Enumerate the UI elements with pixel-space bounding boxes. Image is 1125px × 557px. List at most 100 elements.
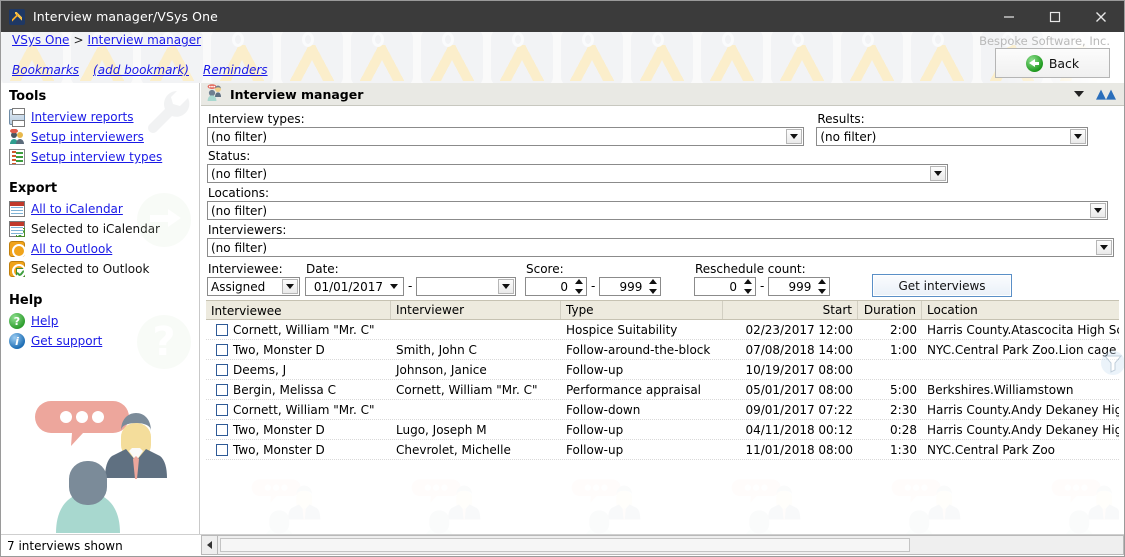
chevron-down-icon[interactable] xyxy=(930,166,946,181)
column-header-type[interactable]: Type xyxy=(561,301,723,319)
table-row[interactable]: Cornett, William "Mr. C" Hospice Suitabi… xyxy=(206,320,1119,340)
reminders-link[interactable]: Reminders xyxy=(203,63,268,77)
help-circle-icon: ? xyxy=(9,313,25,329)
table-row[interactable]: Cornett, William "Mr. C" Follow-down 09/… xyxy=(206,400,1119,420)
stepper-arrows-icon[interactable] xyxy=(646,279,659,294)
cell-start: 04/11/2018 00:12 xyxy=(723,423,858,437)
maximize-icon[interactable] xyxy=(1032,1,1078,32)
close-icon[interactable] xyxy=(1078,1,1124,32)
date-from-input[interactable]: 01/01/2017 xyxy=(305,277,404,296)
locations-label: Locations: xyxy=(208,186,1113,200)
score-min-stepper[interactable]: 0 xyxy=(525,277,587,296)
reschedule-max-stepper[interactable]: 999 xyxy=(768,277,830,296)
row-checkbox[interactable] xyxy=(216,444,228,456)
stepper-arrows-icon[interactable] xyxy=(741,279,754,294)
stepper-arrows-icon[interactable] xyxy=(815,279,828,294)
reschedule-range-separator: - xyxy=(756,277,768,296)
reschedule-min-stepper[interactable]: 0 xyxy=(694,277,756,296)
add-bookmark-link[interactable]: (add bookmark) xyxy=(93,63,189,77)
double-chevron-up-icon[interactable]: ▲▲ xyxy=(1096,88,1116,101)
main-panel: Interview manager ▲▲ Interview types: (n… xyxy=(201,83,1124,534)
cell-duration: 0:28 xyxy=(858,423,922,437)
chevron-down-icon[interactable] xyxy=(786,129,802,144)
sidebar-item-label: Interview reports xyxy=(31,110,134,124)
table-row[interactable]: Bergin, Melissa C Cornett, William "Mr. … xyxy=(206,380,1119,400)
list-settings-icon xyxy=(9,149,25,165)
locations-select[interactable]: (no filter) xyxy=(207,201,1108,220)
table-row[interactable]: Two, Monster D Lugo, Joseph M Follow-up … xyxy=(206,420,1119,440)
interviewers-select[interactable]: (no filter) xyxy=(207,238,1114,257)
chevron-down-icon[interactable] xyxy=(282,279,298,294)
cell-duration: 2:00 xyxy=(858,323,922,337)
cell-location: Harris County.Andy Dekaney High School xyxy=(922,423,1119,437)
column-header-interviewee[interactable]: Interviewee xyxy=(206,301,391,319)
horizontal-scrollbar[interactable] xyxy=(201,535,1124,555)
scrollbar-thumb[interactable] xyxy=(220,538,910,552)
interviewee-select[interactable]: Assigned xyxy=(207,277,300,296)
cell-start: 10/19/2017 08:00 xyxy=(723,363,858,377)
cell-interviewee: Two, Monster D xyxy=(233,423,325,437)
row-checkbox[interactable] xyxy=(216,404,228,416)
table-row[interactable]: Two, Monster D Smith, John C Follow-arou… xyxy=(206,340,1119,360)
stepper-arrows-icon[interactable] xyxy=(572,279,585,294)
results-value: (no filter) xyxy=(820,130,876,144)
get-interviews-button[interactable]: Get interviews xyxy=(872,274,1012,297)
column-header-start[interactable]: Start xyxy=(723,301,858,319)
date-to-input[interactable] xyxy=(416,277,516,296)
funnel-icon[interactable] xyxy=(1100,350,1124,376)
interviewers-value: (no filter) xyxy=(211,241,267,255)
cell-interviewer: Chevrolet, Michelle xyxy=(391,443,561,457)
cell-location: Berkshires.Williamstown xyxy=(922,383,1119,397)
cell-location: Harris County.Atascocita High School xyxy=(922,323,1119,337)
cell-duration: 1:30 xyxy=(858,443,922,457)
breadcrumb-separator: > xyxy=(73,33,83,47)
status-value: (no filter) xyxy=(211,167,267,181)
results-select[interactable]: (no filter) xyxy=(816,127,1088,146)
export-arrow-icon xyxy=(137,193,191,247)
window-title: Interview manager/VSys One xyxy=(33,9,218,24)
sidebar-item-label: Help xyxy=(31,314,58,328)
status-select[interactable]: (no filter) xyxy=(207,164,948,183)
breadcrumb-current[interactable]: Interview manager xyxy=(88,33,202,47)
chevron-down-icon[interactable] xyxy=(1090,203,1106,218)
table-row[interactable]: Two, Monster D Chevrolet, Michelle Follo… xyxy=(206,440,1119,460)
sidebar-item-selected-to-outlook[interactable]: Selected to Outlook xyxy=(9,259,199,279)
get-interviews-label: Get interviews xyxy=(898,279,985,293)
grid-header: Interviewee Interviewer Type Start Durat… xyxy=(206,300,1119,320)
sidebar-item-setup-interview-types[interactable]: Setup interview types xyxy=(9,147,199,167)
row-checkbox[interactable] xyxy=(216,364,228,376)
interview-types-select[interactable]: (no filter) xyxy=(207,127,804,146)
row-checkbox[interactable] xyxy=(216,384,228,396)
table-row[interactable]: Deems, J Johnson, Janice Follow-up 10/19… xyxy=(206,360,1119,380)
chevron-down-icon[interactable] xyxy=(498,279,514,294)
score-max-stepper[interactable]: 999 xyxy=(599,277,661,296)
minimize-icon[interactable] xyxy=(986,1,1032,32)
scroll-left-arrow-icon[interactable] xyxy=(202,536,218,554)
chevron-down-icon[interactable] xyxy=(1096,240,1112,255)
cell-interviewee: Cornett, William "Mr. C" xyxy=(233,323,375,337)
cell-location: NYC.Central Park Zoo xyxy=(922,443,1119,457)
cell-location: Harris County.Andy Dekaney High School xyxy=(922,403,1119,417)
row-checkbox[interactable] xyxy=(216,324,228,336)
breadcrumb: VSys One > Interview manager xyxy=(12,33,201,47)
window-controls xyxy=(986,1,1124,32)
column-header-interviewer[interactable]: Interviewer xyxy=(391,301,561,319)
people-icon xyxy=(9,129,25,145)
row-checkbox[interactable] xyxy=(216,424,228,436)
column-header-location[interactable]: Location xyxy=(922,301,1119,319)
chevron-down-icon[interactable] xyxy=(386,279,402,294)
back-button[interactable]: Back xyxy=(995,48,1110,78)
cell-duration: 1:00 xyxy=(858,343,922,357)
bookmarks-bar: Bookmarks (add bookmark) Reminders xyxy=(12,63,282,77)
column-header-duration[interactable]: Duration xyxy=(858,301,922,319)
breadcrumb-root[interactable]: VSys One xyxy=(12,33,69,47)
chevron-down-icon[interactable] xyxy=(1070,129,1086,144)
cell-interviewer: Smith, John C xyxy=(391,343,561,357)
cell-start: 02/23/2017 12:00 xyxy=(723,323,858,337)
wrench-icon xyxy=(141,85,193,137)
row-checkbox[interactable] xyxy=(216,344,228,356)
application-window: Interview manager/VSys One xyxy=(0,0,1125,557)
bookmarks-link[interactable]: Bookmarks xyxy=(12,63,79,77)
chevron-down-icon[interactable] xyxy=(1074,91,1084,97)
calendar-icon xyxy=(9,201,25,217)
